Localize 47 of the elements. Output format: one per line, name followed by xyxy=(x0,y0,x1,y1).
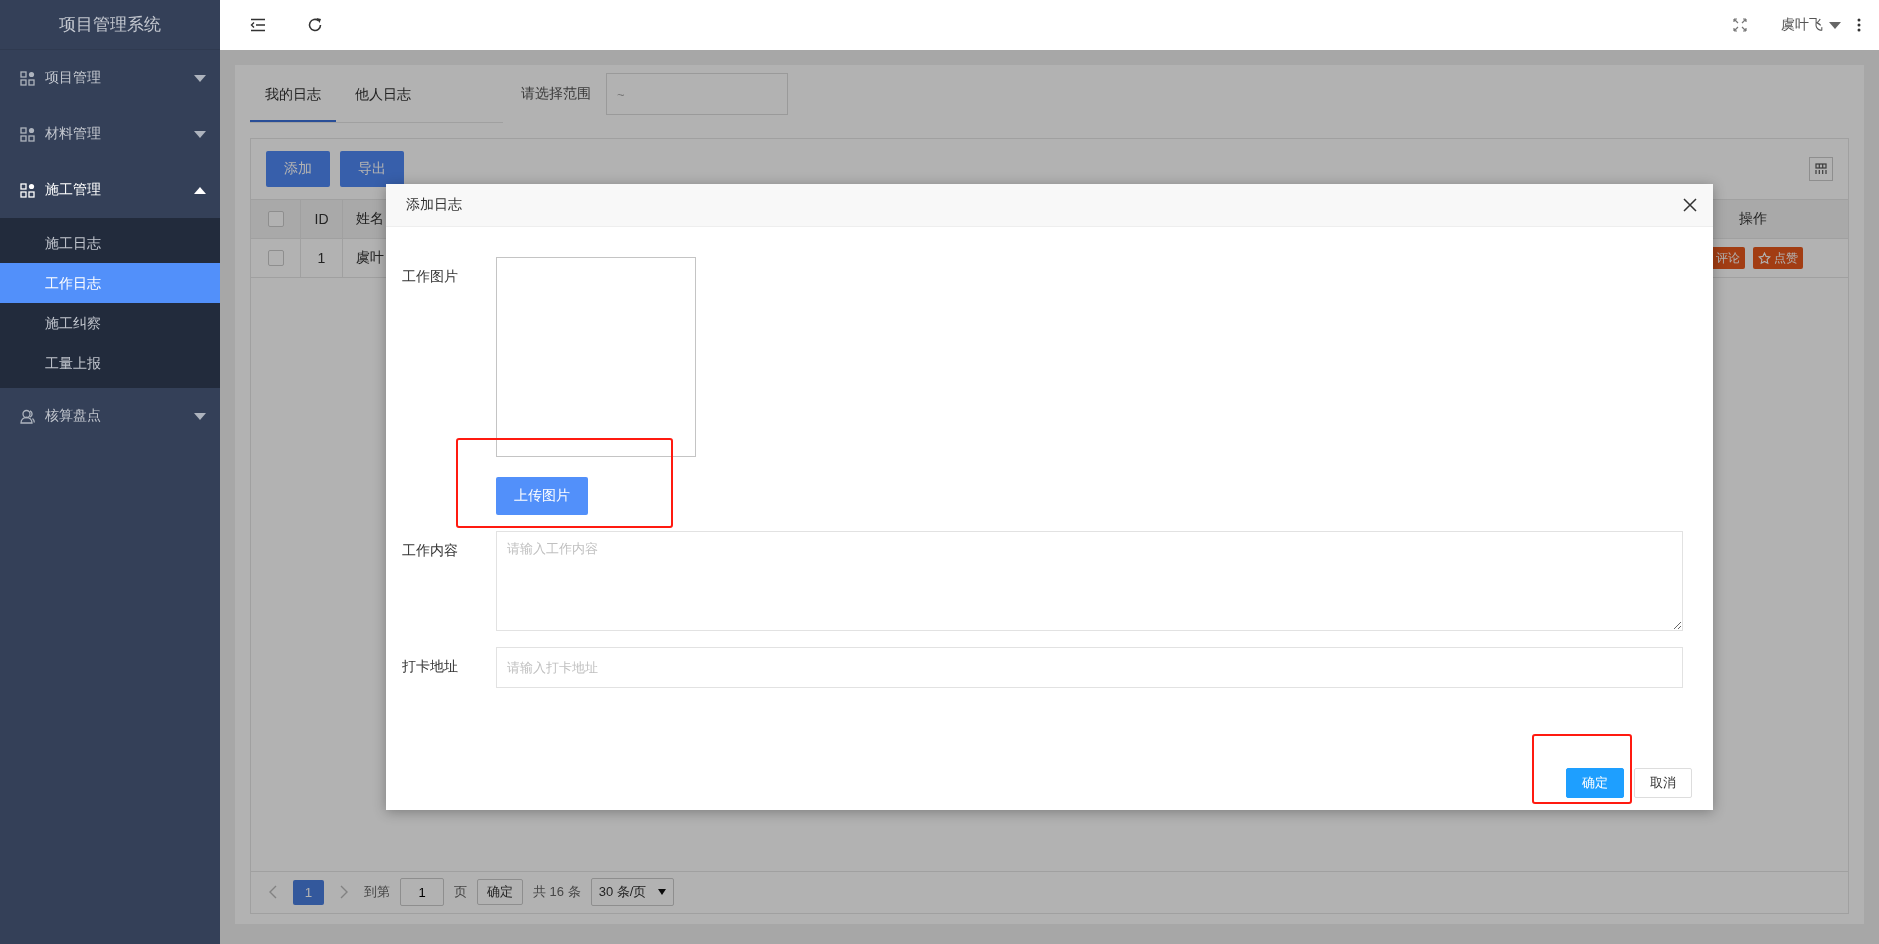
caret-icon xyxy=(194,186,206,194)
address-field[interactable]: 请输入打卡地址 xyxy=(496,647,1683,688)
page-button[interactable]: 1 xyxy=(293,879,324,905)
close-icon[interactable] xyxy=(1683,198,1697,212)
submenu-item[interactable]: 施工纠察 xyxy=(0,303,220,343)
columns-icon[interactable] xyxy=(1809,157,1833,181)
cancel-button[interactable]: 取消 xyxy=(1634,768,1692,798)
goto-label: 到第 xyxy=(364,883,390,901)
page-input[interactable]: 1 xyxy=(400,878,444,906)
table-cell: 1 xyxy=(301,239,343,277)
checkbox[interactable] xyxy=(267,250,284,266)
tab[interactable]: 他人日志 xyxy=(340,69,426,122)
more-icon[interactable] xyxy=(1857,18,1861,32)
fullscreen-icon[interactable] xyxy=(1733,18,1747,32)
grid-icon xyxy=(20,70,35,86)
total-count: 共 16 条 xyxy=(533,883,581,901)
menu-item[interactable]: 核算盘点 xyxy=(0,388,220,444)
range-label: 请选择范围 xyxy=(521,85,591,103)
menu-icon[interactable] xyxy=(250,17,266,33)
field-label: 工作内容 xyxy=(402,541,459,560)
content-field[interactable]: 请输入工作内容 xyxy=(496,531,1683,631)
caret-icon xyxy=(194,74,206,82)
caret-icon xyxy=(194,130,206,138)
user-icon xyxy=(20,408,35,424)
checkbox[interactable] xyxy=(267,211,284,227)
page-size-select[interactable]: 30 条/页 xyxy=(590,878,675,906)
page-unit: 页 xyxy=(454,883,467,901)
like-button[interactable]: 点赞 xyxy=(1753,247,1803,269)
caret-icon xyxy=(658,889,667,895)
column-header: 操作 xyxy=(1738,209,1768,228)
field-label: 打卡地址 xyxy=(402,657,459,676)
submenu-item[interactable]: 工量上报 xyxy=(0,343,220,383)
comment-button[interactable]: 评论 xyxy=(1711,247,1745,269)
menu-item[interactable]: 项目管理 xyxy=(0,50,220,106)
submenu-item[interactable]: 施工日志 xyxy=(0,223,220,263)
caret-icon[interactable] xyxy=(1829,21,1841,29)
menu-item[interactable]: 材料管理 xyxy=(0,106,220,162)
refresh-icon[interactable] xyxy=(307,17,323,33)
column-header: ID xyxy=(301,200,343,238)
user-name[interactable]: 虞叶飞 xyxy=(1781,16,1823,34)
tab[interactable]: 我的日志 xyxy=(250,69,336,122)
go-button[interactable]: 确定 xyxy=(477,879,523,905)
caret-icon xyxy=(194,412,206,420)
grid-icon xyxy=(20,126,35,142)
grid-icon xyxy=(20,182,35,198)
star-icon xyxy=(1758,251,1771,265)
menu-item[interactable]: 施工管理 xyxy=(0,162,220,218)
